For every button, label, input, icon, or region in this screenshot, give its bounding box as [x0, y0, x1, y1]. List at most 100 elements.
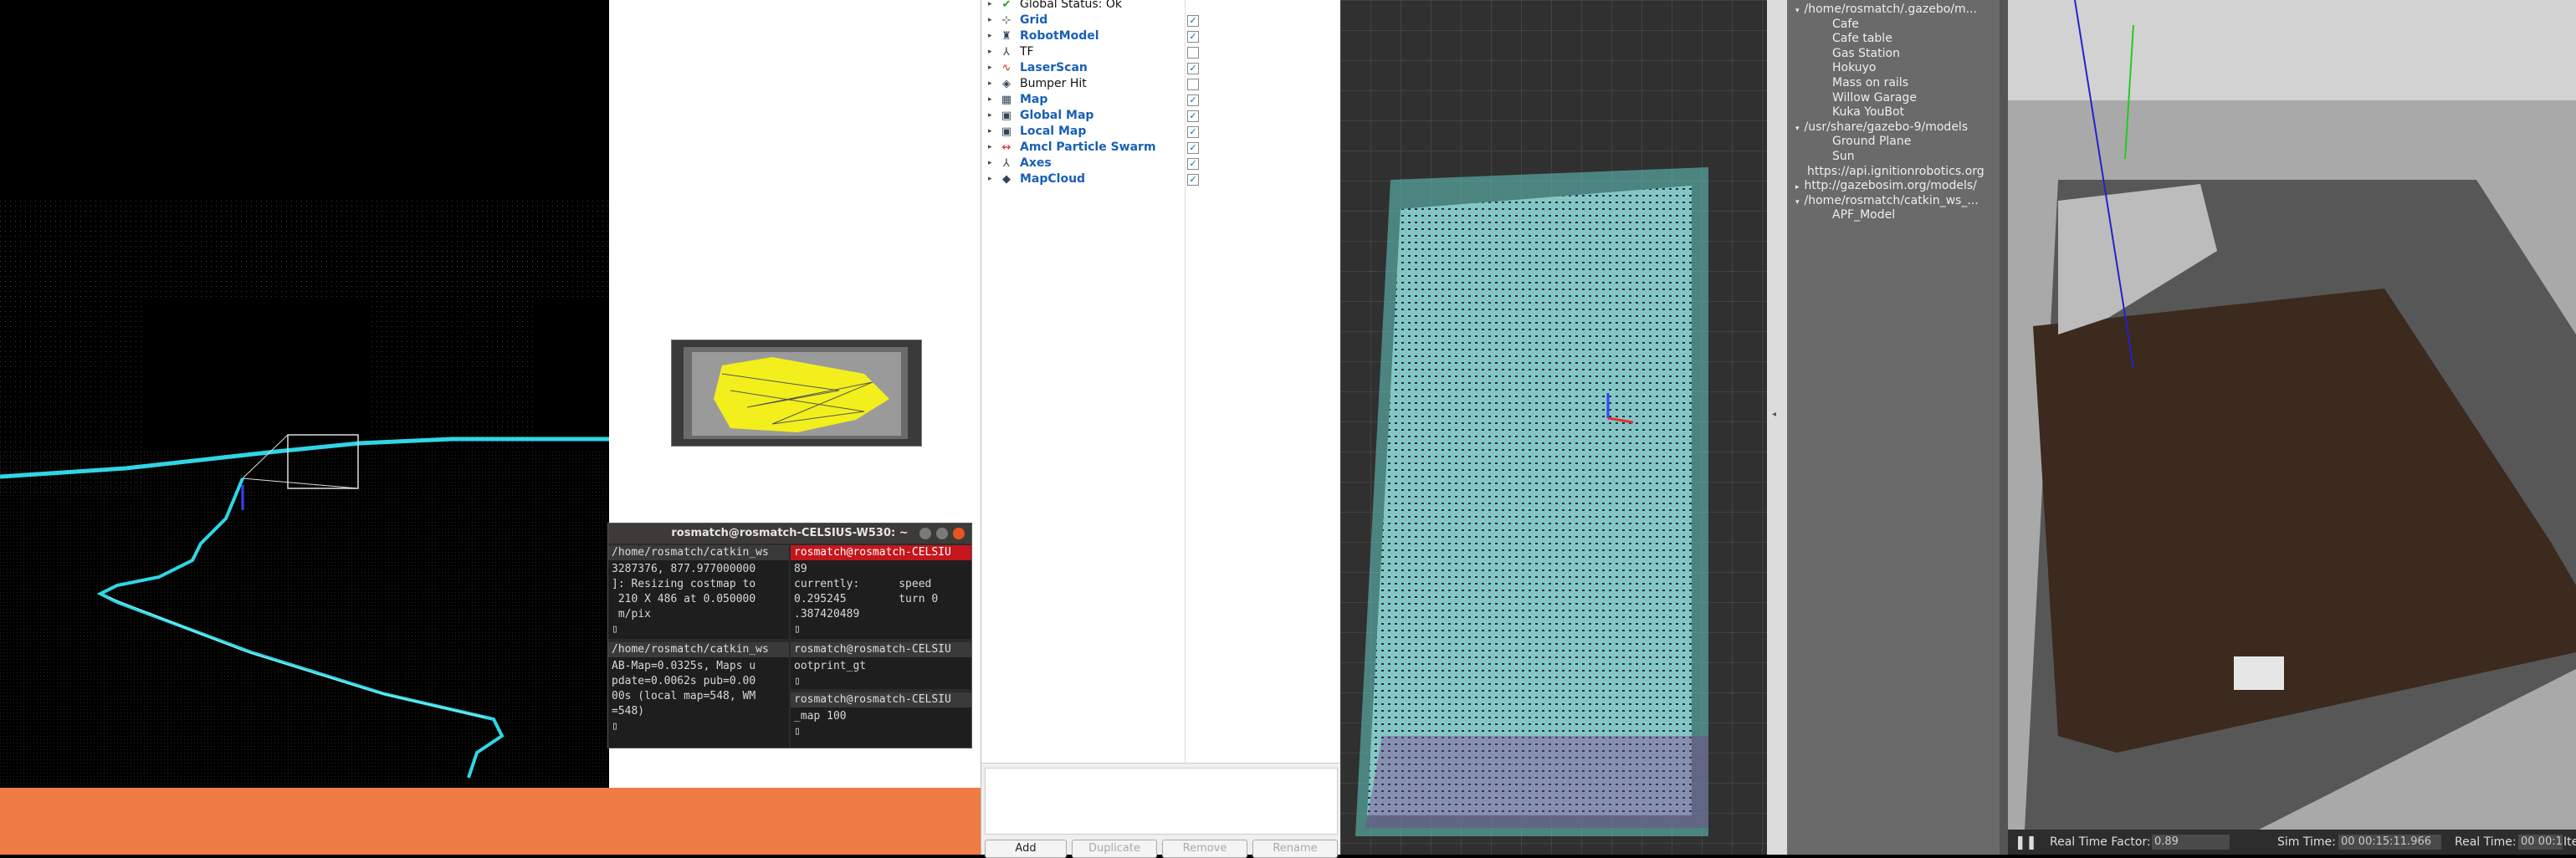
pane-output: AB-Map=0.0325s, Maps u pdate=0.0062s pub… — [612, 660, 756, 733]
display-row[interactable]: ▸ ▣ Local Map ✓ — [981, 124, 1339, 140]
duplicate-button[interactable]: Duplicate — [1072, 840, 1157, 858]
pane-header: /home/rosmatch/catkin_ws — [608, 642, 789, 657]
display-enabled-checkbox[interactable]: ✓ — [1187, 15, 1199, 27]
iterations-label: Ite — [2563, 835, 2576, 849]
display-row[interactable]: ▸ ∿ LaserScan ✓ — [981, 60, 1339, 76]
display-label: RobotModel — [1020, 29, 1099, 43]
display-row[interactable]: ▸ ⅄ TF — [981, 44, 1339, 60]
gazebo-insert-tree[interactable]: ▾ /home/rosmatch/.gazebo/m... Cafe Cafe tab… — [1787, 0, 2000, 855]
tf-icon: ⅄ — [1003, 46, 1010, 59]
display-label: LaserScan — [1020, 61, 1088, 74]
remove-button[interactable]: Remove — [1162, 840, 1247, 858]
display-row[interactable]: ▸ ⊹ Grid ✓ — [981, 13, 1339, 28]
rviz-3d-view[interactable] — [1340, 0, 1767, 855]
expand-arrow-icon[interactable]: ▸ — [988, 28, 992, 44]
gazebo-scene-render — [2008, 0, 2576, 830]
panel-splitter[interactable]: ◂ — [1767, 0, 1787, 855]
expand-arrow-icon[interactable]: ▸ — [988, 124, 992, 140]
display-enabled-checkbox[interactable]: ✓ — [1187, 63, 1199, 74]
map-preview-image — [684, 347, 908, 439]
display-row[interactable]: ▸ ↭ Amcl Particle Swarm ✓ — [981, 140, 1339, 156]
collapse-icon[interactable]: ▾ — [1795, 198, 1800, 207]
map-icon: ▦ — [1001, 94, 1012, 106]
display-enabled-checkbox[interactable]: ✓ — [1187, 94, 1199, 106]
model-item[interactable]: Hokuyo — [1832, 61, 1877, 75]
model-source-row[interactable]: ▾ /home/rosmatch/.gazebo/m... — [1795, 3, 1977, 17]
expand-icon[interactable]: ▸ — [1795, 183, 1800, 192]
pane-header: rosmatch@rosmatch-CELSIU — [791, 545, 971, 560]
display-row[interactable]: ▸ ♜ RobotModel ✓ — [981, 28, 1339, 44]
tree-label: /usr/share/gazebo-9/models — [1804, 120, 1969, 134]
close-icon[interactable] — [953, 528, 965, 539]
model-item[interactable]: Mass on rails — [1832, 76, 1908, 90]
gazebo-3d-view[interactable] — [2008, 0, 2576, 830]
terminal-window[interactable]: rosmatch@rosmatch-CELSIUS-W530: ~ /home/… — [607, 523, 972, 748]
maximize-icon[interactable] — [936, 528, 948, 539]
model-source-row[interactable]: ▸ http://gazebosim.org/models/ — [1795, 179, 1977, 193]
expand-arrow-icon[interactable]: ▸ — [988, 140, 992, 156]
rename-button[interactable]: Rename — [1252, 840, 1338, 858]
expand-arrow-icon[interactable]: ▸ — [988, 60, 992, 76]
display-enabled-checkbox[interactable]: ✓ — [1187, 31, 1199, 43]
pause-icon[interactable]: ❚❚ — [2015, 834, 2037, 850]
gazebo-status-bar: ❚❚ Real Time Factor: 0.89 Sim Time: 00 0… — [2008, 830, 2576, 855]
display-enabled-checkbox[interactable] — [1187, 47, 1199, 59]
minimize-icon[interactable] — [919, 528, 931, 539]
display-row[interactable]: ▸ ✔ Global Status: Ok — [981, 0, 1339, 13]
display-enabled-checkbox[interactable]: ✓ — [1187, 142, 1199, 154]
model-source-row[interactable]: ▾ /usr/share/gazebo-9/models — [1795, 120, 1968, 135]
expand-arrow-icon[interactable]: ▸ — [988, 171, 992, 187]
expand-arrow-icon[interactable]: ▸ — [988, 13, 992, 28]
expand-arrow-icon[interactable]: ▸ — [988, 92, 992, 108]
model-item[interactable]: APF_Model — [1832, 208, 1895, 222]
expand-arrow-icon[interactable]: ▸ — [988, 0, 992, 13]
model-source-row[interactable]: ▾ /home/rosmatch/catkin_ws_... — [1795, 194, 1979, 208]
tree-label: Kuka YouBot — [1832, 105, 1905, 120]
terminal-pane-5[interactable]: rosmatch@rosmatch-CELSIU _map 100 ▯ — [791, 692, 971, 748]
model-item[interactable]: Gas Station — [1832, 47, 1900, 61]
tree-label: /home/rosmatch/catkin_ws_... — [1804, 193, 1979, 207]
model-item[interactable]: Willow Garage — [1832, 91, 1917, 105]
collapse-icon[interactable]: ▾ — [1795, 7, 1800, 15]
display-enabled-checkbox[interactable]: ✓ — [1187, 126, 1199, 138]
display-enabled-checkbox[interactable]: ✓ — [1187, 110, 1199, 122]
display-row[interactable]: ▸ ▦ Map ✓ — [981, 92, 1339, 108]
display-row[interactable]: ▸ ▣ Global Map ✓ — [981, 108, 1339, 124]
model-item[interactable]: Cafe — [1832, 18, 1859, 32]
expand-arrow-icon[interactable]: ▸ — [988, 108, 992, 124]
display-row[interactable]: ▸ ⅄ Axes ✓ — [981, 156, 1339, 171]
expand-arrow-icon[interactable]: ▸ — [988, 76, 992, 92]
display-enabled-checkbox[interactable]: ✓ — [1187, 158, 1199, 170]
collapse-icon[interactable]: ▾ — [1795, 125, 1800, 133]
model-item[interactable]: Kuka YouBot — [1832, 105, 1904, 120]
terminal-pane-3[interactable]: /home/rosmatch/catkin_ws AB-Map=0.0325s,… — [608, 642, 789, 748]
grid-icon: ⊹ — [1001, 14, 1011, 27]
model-source-row[interactable]: https://api.ignitionrobotics.org — [1807, 165, 1984, 179]
display-enabled-checkbox[interactable] — [1187, 79, 1199, 90]
model-item[interactable]: Cafe table — [1832, 32, 1892, 46]
display-row[interactable]: ▸ ◆ MapCloud ✓ — [981, 171, 1339, 187]
tree-label: /home/rosmatch/.gazebo/m... — [1804, 3, 1977, 16]
model-item[interactable]: Ground Plane — [1832, 135, 1911, 149]
expand-arrow-icon[interactable]: ▸ — [988, 44, 992, 60]
gazebo-splitter[interactable] — [2000, 0, 2008, 855]
map-preview-window[interactable] — [671, 340, 922, 447]
expand-arrow-icon[interactable]: ▸ — [988, 156, 992, 171]
tree-label: Ground Plane — [1832, 135, 1912, 149]
terminal-pane-4[interactable]: rosmatch@rosmatch-CELSIU ootprint_gt ▯ — [791, 642, 971, 689]
collapse-left-icon[interactable]: ◂ — [1772, 410, 1776, 419]
sim-time-label: Sim Time: — [2277, 835, 2336, 849]
display-enabled-checkbox[interactable]: ✓ — [1187, 174, 1199, 186]
model-item[interactable]: Sun — [1832, 150, 1855, 164]
point-cloud-viewport[interactable] — [0, 0, 609, 788]
displays-tree[interactable]: ▸ ✔ Global Status: Ok ▸ ⊹ Grid ✓ ▸ ♜ RobotModel ✓ ▸… — [981, 0, 1339, 764]
display-row[interactable]: ▸ ◈ Bumper Hit — [981, 76, 1339, 92]
check-icon: ✔ — [1001, 0, 1011, 11]
display-label: Amcl Particle Swarm — [1020, 140, 1156, 154]
add-button[interactable]: Add — [985, 840, 1067, 858]
display-label: Grid — [1020, 13, 1048, 27]
terminal-pane-1[interactable]: /home/rosmatch/catkin_ws 3287376, 877.97… — [608, 545, 789, 639]
terminal-pane-2[interactable]: rosmatch@rosmatch-CELSIU 89 currently: s… — [791, 545, 971, 639]
display-label: Global Status: Ok — [1020, 0, 1123, 11]
display-label: Bumper Hit — [1020, 77, 1087, 90]
